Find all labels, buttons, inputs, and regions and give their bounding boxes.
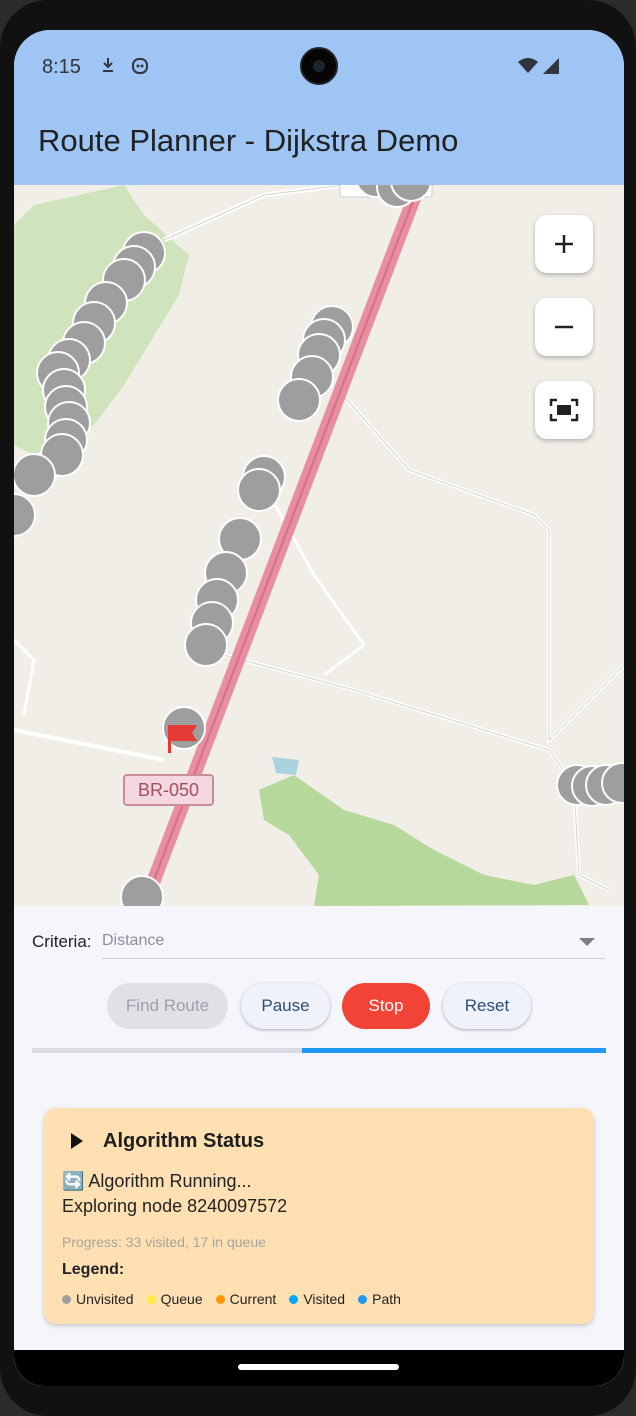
legend-dot	[289, 1294, 299, 1304]
find-route-button[interactable]: Find Route	[107, 983, 228, 1029]
minus-icon	[555, 325, 573, 329]
fit-screen-icon	[549, 398, 579, 422]
legend: Unvisited Queue Current Visited Path	[62, 1291, 414, 1307]
criteria-value: Distance	[102, 932, 165, 949]
fit-bounds-button[interactable]	[535, 381, 593, 439]
status-message: 🔄 Algorithm Running...	[62, 1171, 252, 1191]
home-indicator[interactable]	[238, 1364, 399, 1370]
navigation-bar	[14, 1350, 624, 1386]
progress-fill	[301, 1048, 606, 1053]
signal-icon	[543, 58, 559, 74]
app-bar: 8:15 Route Planner - Dijkstra Demo	[14, 30, 624, 185]
card-title: Algorithm Status	[103, 1130, 265, 1152]
download-icon	[103, 58, 113, 72]
legend-dot	[215, 1294, 225, 1304]
criteria-label: Criteria:	[32, 932, 92, 951]
status-time: 8:15	[42, 56, 81, 78]
control-panel: Criteria: Distance Find Route Pause Stop…	[14, 906, 624, 1386]
expand-toggle-icon[interactable]	[71, 1133, 83, 1149]
algorithm-status-card: Algorithm Status 🔄 Algorithm Running... …	[44, 1108, 594, 1324]
legend-item: Path	[358, 1291, 401, 1307]
road-label: BR-050	[123, 774, 214, 806]
plus-icon	[555, 235, 573, 253]
zoom-in-button[interactable]	[535, 215, 593, 273]
legend-item: Queue	[146, 1291, 203, 1307]
reset-button[interactable]: Reset	[443, 983, 531, 1029]
legend-dot	[62, 1294, 71, 1304]
legend-dot	[358, 1294, 368, 1304]
legend-label: Current	[229, 1291, 277, 1307]
criteria-dropdown[interactable]: Distance	[102, 922, 605, 959]
zoom-out-button[interactable]	[535, 298, 593, 356]
legend-label: Unvisited	[76, 1291, 134, 1307]
current-node-text: Exploring node 8240097572	[62, 1196, 288, 1216]
route-map[interactable]: BR-050	[14, 185, 624, 906]
legend-label: Visited	[303, 1291, 346, 1307]
pause-button[interactable]: Pause	[241, 983, 330, 1029]
dropdown-arrow-icon	[579, 938, 595, 946]
legend-item: Current	[215, 1291, 277, 1307]
wifi-icon	[518, 58, 538, 73]
screen: 8:15 Route Planner - Dijkstra Demo BR-05…	[14, 30, 624, 1386]
progress-bar	[32, 1048, 606, 1053]
map-tiles	[14, 185, 624, 906]
stop-button[interactable]: Stop	[342, 983, 430, 1029]
phone-frame: 8:15 Route Planner - Dijkstra Demo BR-05…	[0, 0, 636, 1416]
front-camera	[300, 47, 338, 85]
legend-title: Legend:	[62, 1261, 125, 1278]
legend-dot	[146, 1294, 156, 1304]
legend-item: Unvisited	[62, 1291, 134, 1307]
assistant-icon	[132, 58, 148, 74]
progress-text: Progress: 33 visited, 17 in queue	[62, 1234, 266, 1250]
legend-label: Queue	[160, 1291, 203, 1307]
page-title: Route Planner - Dijkstra Demo	[38, 123, 459, 158]
legend-label: Path	[372, 1291, 401, 1307]
legend-item: Visited	[289, 1291, 345, 1307]
